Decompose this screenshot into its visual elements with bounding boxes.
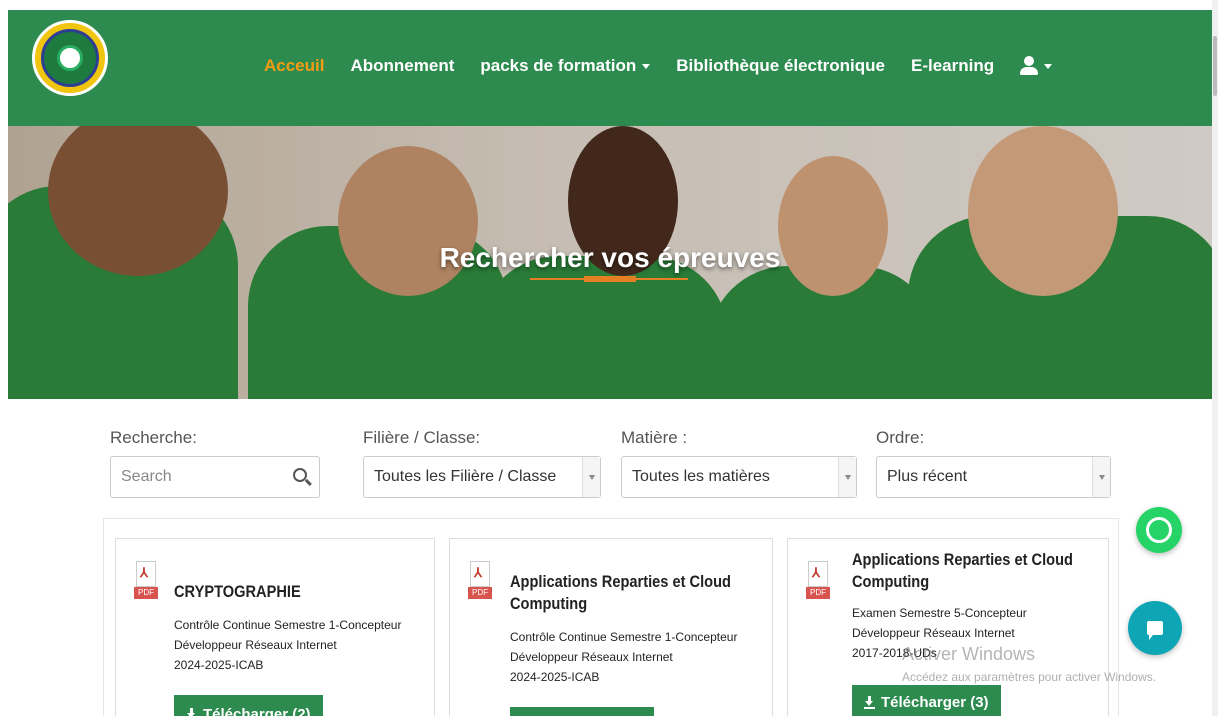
filter-filiere: Filière / Classe: Toutes les Filière / C… (363, 428, 601, 498)
results-container: ⅄ PDF CRYPTOGRAPHIE Contrôle Continue Se… (103, 518, 1119, 716)
filiere-select[interactable]: Toutes les Filière / Classe (363, 456, 601, 498)
ordre-select-value: Plus récent (887, 468, 968, 485)
result-description: Contrôle Continue Semestre 1-Concepteur … (174, 618, 402, 672)
download-button[interactable]: Télécharger (3) (852, 685, 1001, 716)
navbar: Acceuil Abonnement packs de formation Bi… (8, 10, 1212, 126)
nav-item-e-learning[interactable]: E-learning (911, 56, 994, 76)
filiere-select-value: Toutes les Filière / Classe (374, 468, 557, 485)
windows-watermark-subtitle: Accédez aux paramètres pour activer Wind… (902, 670, 1157, 684)
matiere-select[interactable]: Toutes les matières (621, 456, 857, 498)
filter-ordre: Ordre: Plus récent (876, 428, 1111, 498)
download-button[interactable] (510, 707, 654, 716)
download-button-label: Télécharger (3) (881, 693, 989, 711)
search-input[interactable]: Search (110, 456, 320, 498)
result-title[interactable]: CRYPTOGRAPHIE (174, 581, 466, 603)
whatsapp-button[interactable] (1136, 507, 1182, 553)
pdf-icon: ⅄ PDF (134, 561, 160, 601)
tree-icon (57, 45, 83, 71)
result-title[interactable]: Applications Reparties et Cloud Computin… (852, 549, 1136, 593)
windows-watermark-title: Activer Windows (902, 644, 1036, 664)
filter-matiere: Matière : Toutes les matières (621, 428, 857, 498)
chevron-down-icon[interactable] (1092, 457, 1110, 497)
chat-button[interactable] (1128, 601, 1182, 655)
filter-ordre-label: Ordre: (876, 428, 925, 447)
nav-item-bibliotheque[interactable]: Bibliothèque électronique (676, 56, 885, 76)
result-title[interactable]: Applications Reparties et Cloud Computin… (510, 571, 794, 615)
chat-icon (1147, 621, 1163, 640)
search-icon[interactable] (293, 468, 307, 482)
chevron-down-icon (1044, 63, 1053, 69)
scrollbar-track[interactable] (1212, 0, 1218, 716)
download-button[interactable]: Télécharger (2) (174, 695, 323, 716)
result-description: Contrôle Continue Semestre 1-Concepteur … (510, 630, 738, 684)
matiere-select-value: Toutes les matières (632, 468, 770, 485)
chevron-down-icon[interactable] (582, 457, 600, 497)
site-logo[interactable] (32, 20, 108, 96)
user-icon (1020, 56, 1039, 76)
scrollbar-thumb[interactable] (1213, 36, 1217, 96)
nav-item-packs-label: packs de formation (480, 56, 637, 75)
chevron-down-icon (642, 63, 651, 69)
nav-item-accueil[interactable]: Acceuil (264, 56, 324, 76)
filter-filiere-label: Filière / Classe: (363, 428, 481, 447)
hero-banner: Rechercher vos épreuves (8, 126, 1212, 399)
search-placeholder: Search (121, 468, 172, 485)
hero-title: Rechercher vos épreuves (439, 242, 781, 273)
ordre-select[interactable]: Plus récent (876, 456, 1111, 498)
nav-item-abonnement[interactable]: Abonnement (350, 56, 454, 76)
filter-search-label: Recherche: (110, 428, 197, 447)
main-nav: Acceuil Abonnement packs de formation Bi… (264, 56, 1078, 76)
filter-search: Recherche: Search (110, 428, 320, 498)
user-menu[interactable] (1020, 56, 1053, 76)
pdf-icon: ⅄ PDF (468, 561, 494, 601)
result-card: ⅄ PDF Applications Reparties et Cloud Co… (449, 538, 773, 716)
hero-underline-accent (584, 276, 636, 282)
download-button-label: Télécharger (2) (203, 705, 311, 716)
whatsapp-icon (1146, 517, 1172, 543)
download-icon (186, 707, 197, 716)
logo-emblem (41, 29, 99, 87)
nav-item-packs-de-formation[interactable]: packs de formation (480, 56, 651, 76)
result-card: ⅄ PDF CRYPTOGRAPHIE Contrôle Continue Se… (115, 538, 435, 716)
download-icon (864, 695, 875, 709)
page: Acceuil Abonnement packs de formation Bi… (0, 0, 1218, 716)
chevron-down-icon[interactable] (838, 457, 856, 497)
filter-matiere-label: Matière : (621, 428, 688, 447)
pdf-icon: ⅄ PDF (806, 561, 832, 601)
result-card: ⅄ PDF Applications Reparties et Cloud Co… (787, 538, 1109, 716)
